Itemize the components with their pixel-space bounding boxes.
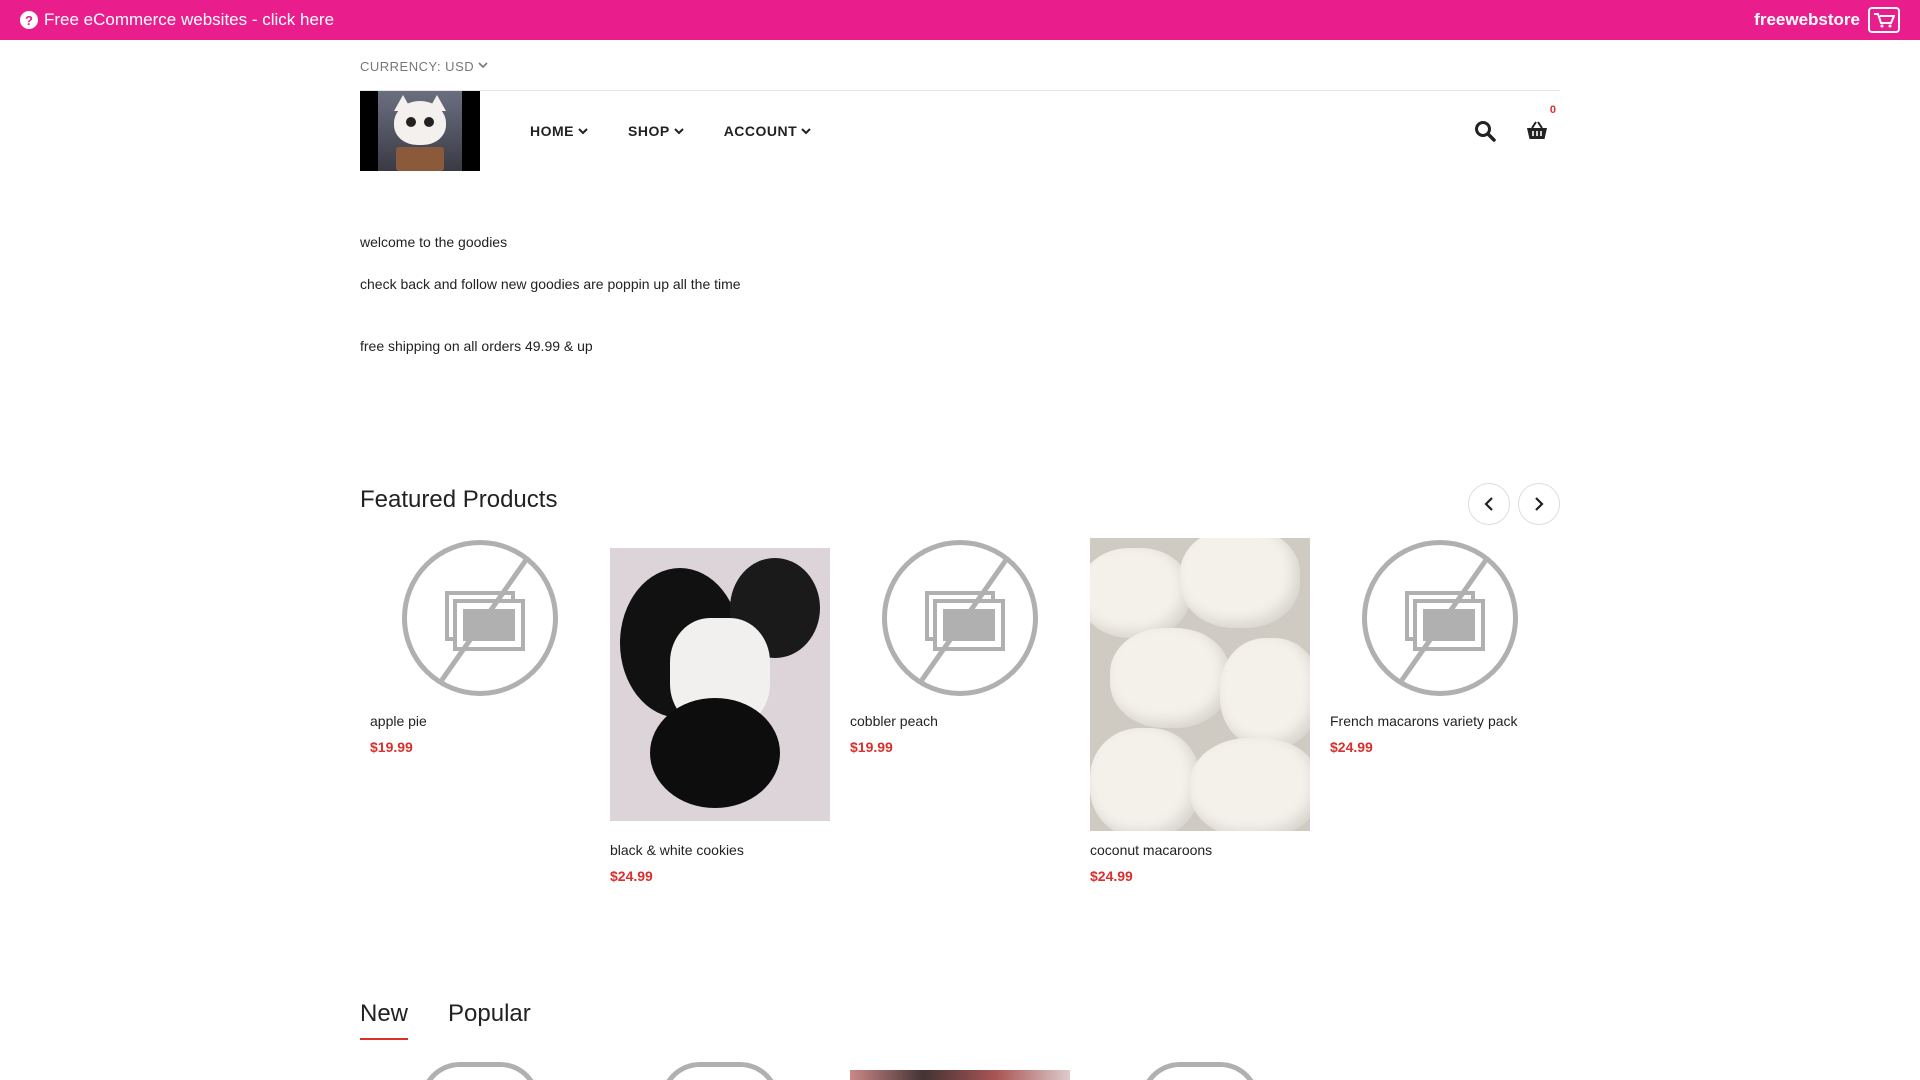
chevron-down-icon (673, 127, 684, 134)
tab-popular[interactable]: Popular (448, 1000, 531, 1040)
no-image-icon (882, 540, 1038, 696)
chevron-down-icon (478, 61, 488, 72)
question-circle-icon: ? (20, 11, 38, 29)
intro-line-3: free shipping on all orders 49.99 & up (360, 338, 593, 354)
carousel-controls (1468, 483, 1560, 525)
product-price: $19.99 (370, 739, 413, 755)
no-image-icon (660, 1062, 780, 1080)
product-price: $24.99 (610, 868, 653, 884)
chevron-left-icon (1484, 497, 1493, 511)
product-name[interactable]: apple pie (370, 713, 427, 729)
currency-label[interactable]: CURRENCY: USD (360, 59, 474, 74)
product-name[interactable]: coconut macaroons (1090, 842, 1212, 858)
intro-line-1: welcome to the goodies (360, 234, 508, 250)
intro-line-2: check back and follow new goodies are po… (360, 276, 741, 292)
chevron-down-icon (578, 127, 588, 134)
product-name[interactable]: black & white cookies (610, 842, 744, 858)
product-price: $24.99 (1090, 868, 1133, 884)
carousel-prev-button[interactable] (1468, 483, 1510, 525)
featured-title: Featured Products (360, 486, 558, 513)
nav-shop-label[interactable]: SHOP (628, 123, 670, 139)
store-logo[interactable] (360, 91, 480, 171)
product-price: $19.99 (850, 739, 893, 755)
promo-text[interactable]: Free eCommerce websites - click here (44, 10, 334, 30)
promo-bar: ? Free eCommerce websites - click here f… (0, 0, 1920, 40)
header-icons: 0 (1472, 104, 1560, 144)
main-nav: HOME SHOP ACCOUNT (530, 123, 811, 139)
no-image-icon (1140, 1062, 1260, 1080)
carousel-next-button[interactable] (1518, 483, 1560, 525)
product-image[interactable] (1090, 538, 1310, 831)
product-name[interactable]: French macarons variety pack (1330, 713, 1518, 729)
cart-count-badge: 0 (1549, 104, 1556, 116)
brand-name[interactable]: freewebstore (1754, 10, 1860, 30)
chevron-down-icon (801, 127, 811, 134)
product-tabs: New Popular (360, 1000, 1560, 1040)
nav-shop[interactable]: SHOP (628, 123, 684, 139)
freewebstore-brand[interactable]: freewebstore (1754, 7, 1900, 33)
currency-selector[interactable]: CURRENCY: USD (360, 52, 1560, 80)
nav-account-label[interactable]: ACCOUNT (724, 123, 798, 139)
product-price: $24.99 (1330, 739, 1373, 755)
cat-logo-image (378, 91, 462, 171)
no-image-icon (420, 1062, 540, 1080)
product-image[interactable] (610, 548, 830, 821)
product-name[interactable]: cobbler peach (850, 713, 938, 729)
promo-link[interactable]: ? Free eCommerce websites - click here (20, 10, 334, 30)
no-image-icon (1362, 540, 1518, 696)
nav-home-label[interactable]: HOME (530, 123, 574, 139)
basket-icon[interactable]: 0 (1524, 104, 1556, 144)
tab-new[interactable]: New (360, 1000, 409, 1040)
no-image-icon (402, 540, 558, 696)
site-header: HOME SHOP ACCOUNT 0 (360, 91, 1560, 171)
cart-logo-icon (1868, 7, 1900, 33)
nav-account[interactable]: ACCOUNT (724, 123, 812, 139)
search-icon[interactable] (1472, 118, 1498, 144)
chevron-right-icon (1535, 497, 1544, 511)
nav-home[interactable]: HOME (530, 123, 588, 139)
product-image[interactable] (850, 1070, 1070, 1080)
